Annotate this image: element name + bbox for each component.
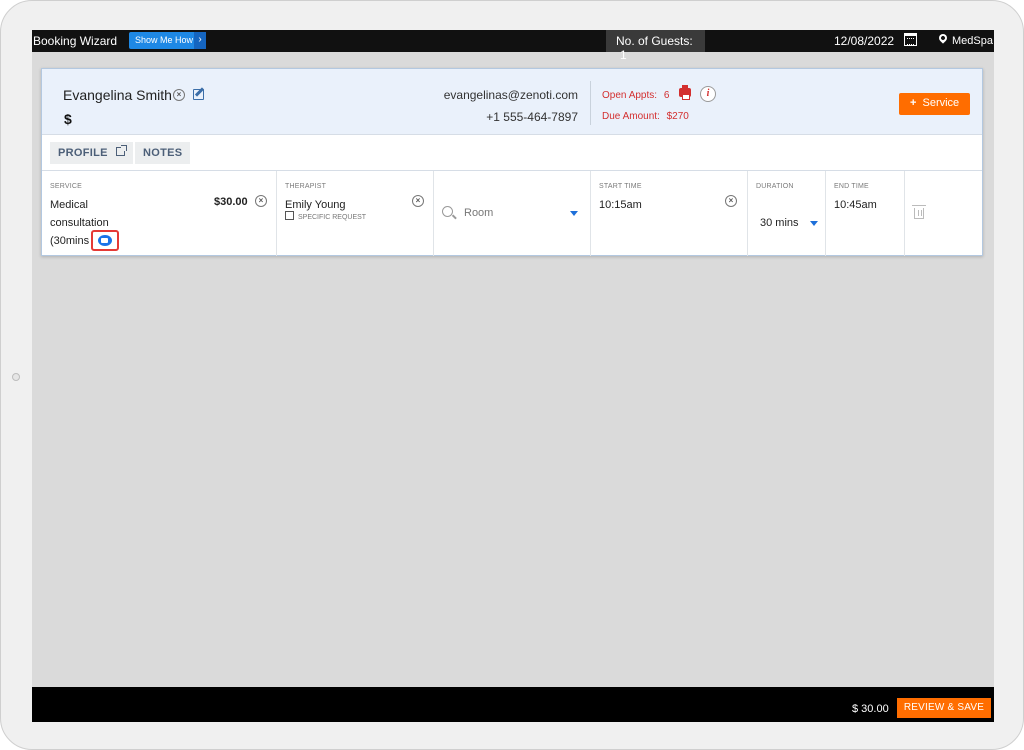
specific-request-checkbox[interactable] [285, 211, 294, 220]
guest-balance: $ [64, 111, 72, 127]
therapist-column-label: THERAPIST [285, 183, 327, 190]
specific-request-label: SPECIFIC REQUEST [298, 214, 367, 221]
guest-phone: +1 555-464-7897 [486, 110, 578, 124]
guest-name: Evangelina Smith [63, 87, 172, 103]
external-link-icon [116, 145, 128, 156]
review-save-button[interactable]: REVIEW & SAVE [897, 698, 991, 718]
end-time-cell: END TIME 10:45am [826, 171, 905, 256]
service-row: SERVICE Medical consultation (30mins $30… [42, 171, 982, 256]
guest-count: No. of Guests: 1 [606, 30, 705, 62]
virtual-service-highlight[interactable] [91, 230, 119, 251]
end-time-value: 10:45am [834, 199, 877, 211]
add-service-button[interactable]: + Service [899, 93, 970, 115]
search-icon [442, 206, 453, 217]
zoom-video-icon [98, 235, 112, 246]
chevron-down-icon[interactable] [570, 211, 578, 216]
guest-count-value: 1 [620, 48, 627, 62]
bottom-bar: $ 30.00 REVIEW & SAVE [32, 687, 994, 722]
device-home-dot [12, 373, 20, 381]
delete-cell [905, 171, 982, 256]
duration-cell: DURATION 30 mins [748, 171, 826, 256]
guest-count-label: No. of Guests: [616, 34, 693, 48]
duration-column-label: DURATION [756, 183, 794, 190]
chevron-down-icon[interactable] [810, 221, 818, 226]
open-appointments[interactable]: Open Appts: 6 [602, 90, 669, 101]
therapist-name[interactable]: Emily Young [285, 196, 346, 214]
notes-button[interactable]: NOTES [135, 142, 191, 164]
end-time-column-label: END TIME [834, 183, 869, 190]
info-icon[interactable]: i [700, 86, 716, 102]
notes-label: NOTES [143, 147, 183, 159]
open-appts-count: 6 [663, 90, 670, 101]
due-amount-value: $270 [666, 111, 689, 122]
remove-service-icon[interactable]: × [255, 195, 267, 207]
booking-card: Evangelina Smith × $ evangelinas@zenoti.… [41, 68, 983, 256]
service-cell: SERVICE Medical consultation (30mins $30… [42, 171, 277, 256]
profile-label: PROFILE [58, 147, 108, 159]
guest-email: evangelinas@zenoti.com [443, 88, 578, 102]
total-amount: $ 30.00 [852, 703, 889, 715]
location-pin-icon [937, 32, 949, 44]
service-price: $30.00 [214, 196, 248, 208]
app-screen: Booking Wizard Show Me How › No. of Gues… [32, 30, 994, 722]
header-divider [590, 81, 591, 125]
therapist-cell: THERAPIST Emily Young × SPECIFIC REQUEST [277, 171, 434, 256]
start-time-column-label: START TIME [599, 183, 642, 190]
calendar-icon[interactable] [904, 33, 917, 46]
service-column-label: SERVICE [50, 183, 83, 190]
open-appts-label: Open Appts: [602, 90, 658, 101]
show-me-how-label: Show Me How [135, 35, 194, 45]
trash-icon[interactable] [912, 205, 926, 219]
add-service-label: Service [922, 97, 960, 109]
wizard-title: Booking Wizard [33, 34, 118, 48]
due-amount-label: Due Amount: [602, 111, 660, 122]
guest-tabs: PROFILE NOTES [42, 135, 982, 171]
printer-icon[interactable] [679, 85, 691, 100]
due-amount: Due Amount: $270 [602, 111, 689, 122]
room-select[interactable]: Room [464, 207, 493, 219]
remove-therapist-icon[interactable]: × [412, 195, 424, 207]
guest-header: Evangelina Smith × $ evangelinas@zenoti.… [42, 69, 982, 135]
show-me-how-button[interactable]: Show Me How › [129, 32, 206, 49]
start-time-cell: START TIME 10:15am × [591, 171, 748, 256]
clear-start-time-icon[interactable]: × [725, 195, 737, 207]
edit-icon[interactable] [193, 89, 204, 100]
profile-button[interactable]: PROFILE [50, 142, 134, 164]
duration-select[interactable]: 30 mins [760, 217, 799, 229]
start-time-value[interactable]: 10:15am [599, 196, 642, 214]
plus-icon: + [910, 97, 917, 109]
booking-date[interactable]: 12/08/2022 [834, 34, 894, 48]
room-cell[interactable]: Room [434, 171, 591, 256]
location-name[interactable]: MedSpa [952, 35, 993, 47]
chevron-right-icon: › [194, 32, 206, 49]
service-name-line: Medical [50, 199, 88, 211]
top-bar: Booking Wizard Show Me How › No. of Gues… [32, 30, 994, 62]
tablet-frame: Booking Wizard Show Me How › No. of Gues… [0, 0, 1024, 750]
remove-guest-icon[interactable]: × [173, 89, 185, 101]
